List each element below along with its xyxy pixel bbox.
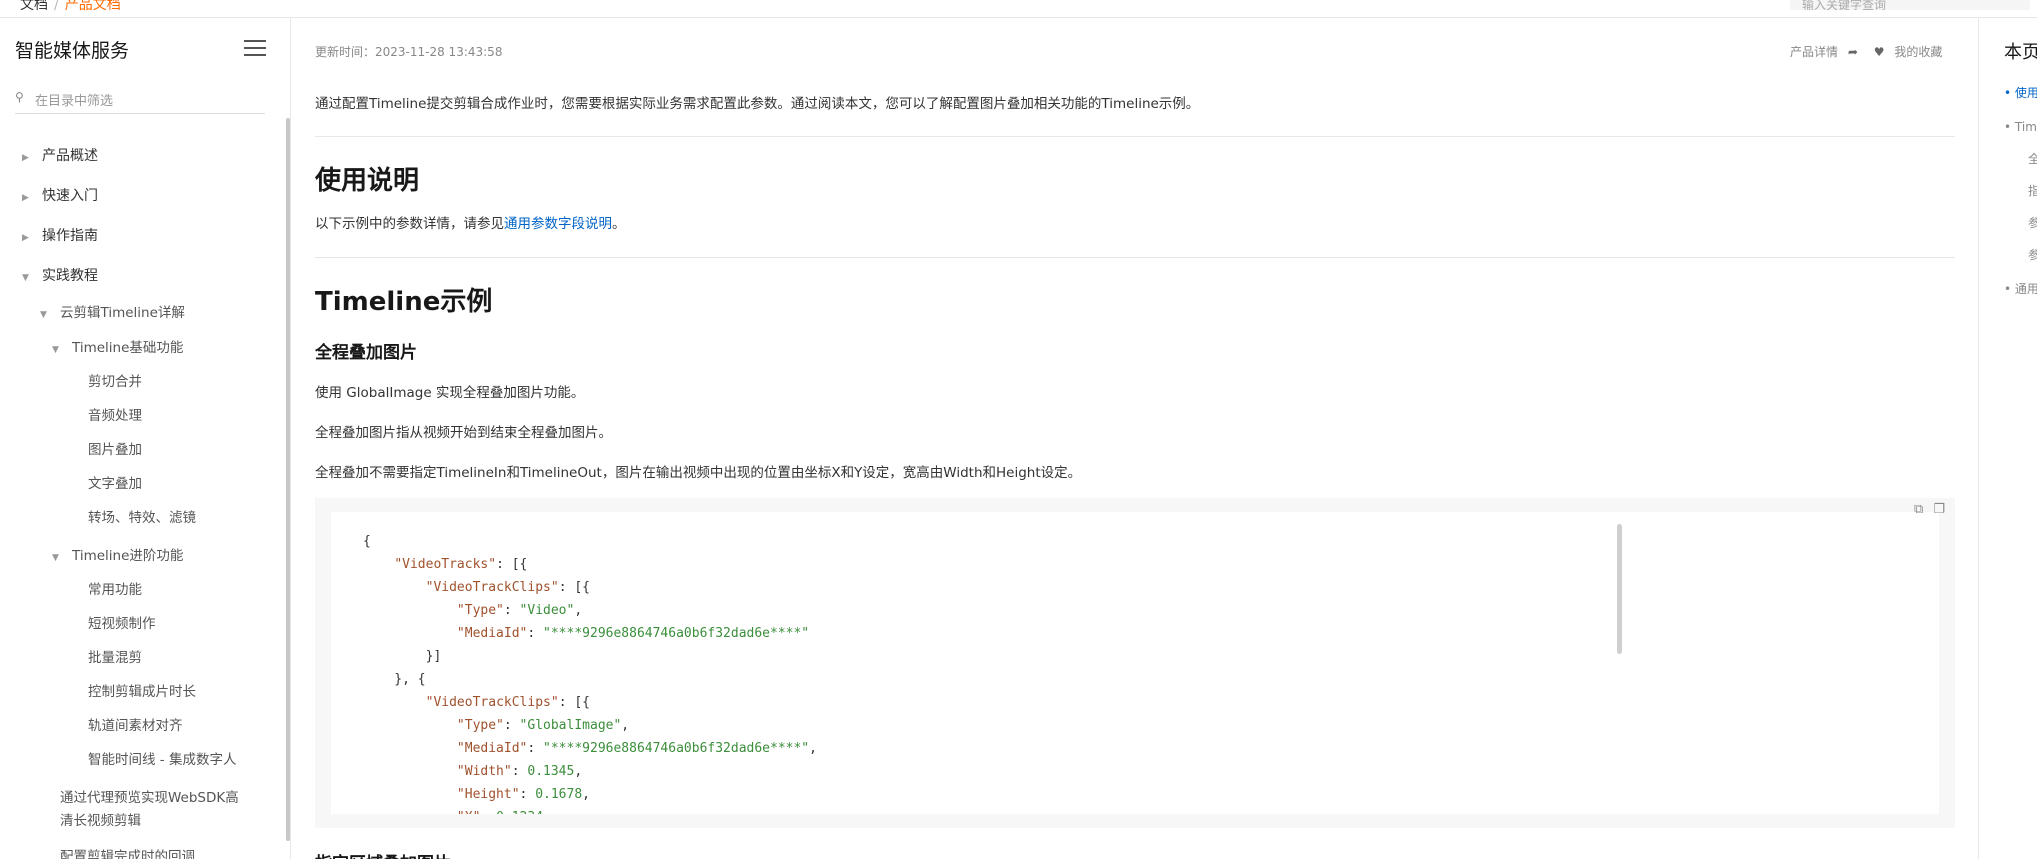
sidebar-item-product-overview[interactable]: ▶ 产品概述 [22,145,98,165]
sidebar-item-batch-mix[interactable]: 批量混剪 [88,646,142,666]
sidebar-item-label: 产品概述 [42,148,98,164]
toc-item-common-params[interactable]: • 通用参数字段说明 [2004,280,2037,297]
heading-timeline-example: Timeline示例 [315,287,493,317]
search-icon: ⚲ [15,90,24,104]
top-bar: 文档 / 产品文档 输入关键字查询 [0,0,2037,18]
favorites-link[interactable]: 我的收藏 [1894,45,1942,59]
toc-label: 使用说明 [2014,86,2037,100]
top-search-input[interactable]: 输入关键字查询 [1790,0,2030,10]
toc-divider [1978,18,1979,859]
sidebar-item-label: Timeline进阶功能 [72,548,184,564]
sidebar-item-transition[interactable]: 转场、特效、滤镜 [88,506,196,526]
open-window-icon[interactable]: ⧉ [1914,502,1923,517]
sidebar-item-quick-start[interactable]: ▶ 快速入门 [22,185,98,205]
paragraph-1: 使用 GlobalImage 实现全程叠加图片功能。 [315,385,585,401]
sidebar-item-tutorials[interactable]: ▼ 实践教程 [22,265,98,285]
sidebar-item-cut-merge[interactable]: 剪切合并 [88,370,142,390]
usage-prefix: 以下示例中的参数详情，请参见 [315,216,504,232]
code-block: { "VideoTracks": [{ "VideoTrackClips": [… [315,498,1955,828]
breadcrumb-home[interactable]: 文档 [20,0,48,13]
caret-down-icon: ▼ [52,345,59,355]
product-details-link[interactable]: 产品详情 [1790,45,1838,59]
heading-global-image: 全程叠加图片 [315,343,417,363]
copy-icon[interactable]: ❐ [1933,502,1945,517]
code-content[interactable]: { "VideoTracks": [{ "VideoTrackClips": [… [331,512,1939,814]
sidebar-item-label: 云剪辑Timeline详解 [60,305,185,321]
sidebar-item-timeline-detail[interactable]: ▼ 云剪辑Timeline详解 [40,301,185,321]
heading-region-image: 指定区域叠加图片 [315,849,451,859]
toc-title: 本页导读 [2004,42,2037,63]
code-scrollbar[interactable] [1617,524,1622,654]
filter-placeholder: 在目录中筛选 [35,94,114,109]
toc-item-param-desc[interactable]: 参数说明 [2028,214,2037,231]
caret-right-icon: ▶ [22,193,29,203]
caret-right-icon: ▶ [22,153,29,163]
toc-item-timeline[interactable]: • Timeline示例 [2004,118,2037,135]
breadcrumb: 文档 / 产品文档 [20,0,121,14]
toc-item-region[interactable]: 指定区域叠加图片 [2028,182,2037,199]
sidebar-item-image-overlay[interactable]: 图片叠加 [88,438,142,458]
sidebar-item-label: 快速入门 [42,188,98,204]
divider [315,136,1955,137]
caret-down-icon: ▼ [52,553,59,563]
sidebar-item-label: 操作指南 [42,228,98,244]
sidebar-item-digital-human[interactable]: 智能时间线 - 集成数字人 [88,748,236,768]
heading-usage: 使用说明 [315,166,420,196]
code-text: { "VideoTracks": [{ "VideoTrackClips": [… [363,534,817,814]
toc-label: 通用参数字段说明 [2014,282,2037,296]
sidebar-item-guide[interactable]: ▶ 操作指南 [22,225,98,245]
divider [315,257,1955,258]
sidebar-item-timeline-advanced[interactable]: ▼ Timeline进阶功能 [52,544,183,564]
paragraph-3: 全程叠加不需要指定TimelineIn和TimelineOut，图片在输出视频中… [315,465,1082,481]
heart-icon[interactable]: ♥ [1874,45,1885,59]
caret-down-icon: ▼ [40,310,47,320]
paragraph-2: 全程叠加图片指从视频开始到结束全程叠加图片。 [315,425,612,441]
sidebar-title: 智能媒体服务 [15,40,130,62]
share-icon[interactable]: ➦ [1848,45,1858,59]
sidebar-item-callback[interactable]: 配置剪辑完成时的回调 [60,845,195,859]
caret-right-icon: ▶ [22,233,29,243]
usage-paragraph: 以下示例中的参数详情，请参见通用参数字段说明。 [315,212,626,232]
params-link[interactable]: 通用参数字段说明 [504,216,612,232]
sidebar-item-label: Timeline基础功能 [72,340,184,356]
toc-item-param-example[interactable]: 参数示例 [2028,246,2037,263]
menu-icon[interactable] [244,40,266,56]
sidebar-item-short-video[interactable]: 短视频制作 [88,612,156,632]
meta-actions: 产品详情 ➦ ♥ 我的收藏 [1790,43,1942,60]
toc-label: Timeline示例 [2014,120,2037,134]
sidebar-item-websdk[interactable]: 通过代理预览实现WebSDK高 [60,786,239,806]
sidebar-divider [290,18,291,859]
sidebar-item-label: 实践教程 [42,268,98,284]
sidebar-item-common[interactable]: 常用功能 [88,578,142,598]
sidebar-filter-input[interactable]: ⚲ 在目录中筛选 [15,86,265,114]
intro-paragraph: 通过配置Timeline提交剪辑合成作业时，您需要根据实际业务需求配置此参数。通… [315,96,1200,112]
code-actions: ⧉ ❐ [1904,502,1945,517]
sidebar-item-websdk-cont[interactable]: 清长视频剪辑 [60,809,141,829]
sidebar-item-timeline-basic[interactable]: ▼ Timeline基础功能 [52,336,183,356]
sidebar-item-text-overlay[interactable]: 文字叠加 [88,472,142,492]
toc-item-usage[interactable]: • 使用说明 [2004,84,2037,101]
sidebar-item-duration[interactable]: 控制剪辑成片时长 [88,680,196,700]
breadcrumb-separator: / [54,0,59,13]
caret-down-icon: ▼ [22,273,29,283]
toc-item-global[interactable]: 全程叠加图片 [2028,150,2037,167]
breadcrumb-current[interactable]: 产品文档 [65,0,121,13]
sidebar-item-audio[interactable]: 音频处理 [88,404,142,424]
updated-time: 更新时间：2023-11-28 13:43:58 [315,45,503,59]
usage-suffix: 。 [612,216,626,232]
sidebar-item-track-align[interactable]: 轨道间素材对齐 [88,714,183,734]
